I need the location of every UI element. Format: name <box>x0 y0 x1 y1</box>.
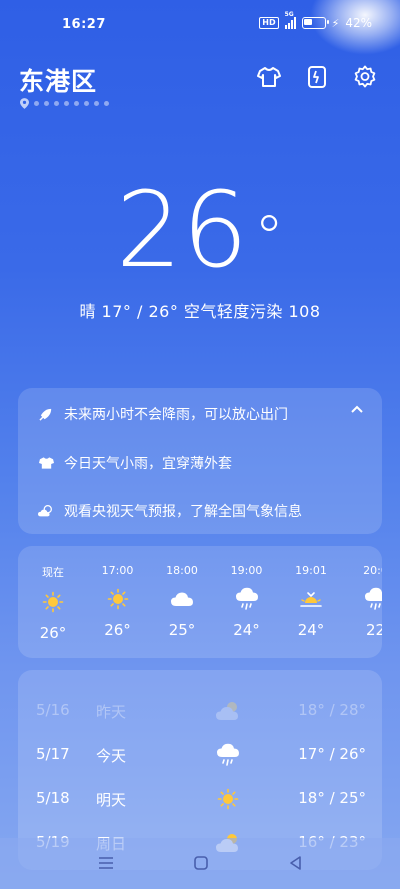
weather-summary[interactable]: 晴 17° / 26° 空气轻度污染 108 <box>0 298 400 322</box>
status-icons: HD 5G ⚡ 42% <box>259 11 372 30</box>
tip-text: 未来两小时不会降雨，可以放心出门 <box>64 407 288 423</box>
hourly-forecast[interactable]: 现在 26° 17:00 26° 18:00 25° 19:00 24° 19:01 2… <box>18 546 382 658</box>
location-pin-icon <box>20 98 29 109</box>
page-dot <box>74 101 79 106</box>
hourly-time: 20:0 <box>363 564 382 577</box>
day-temp-range: 18° / 28° <box>298 701 366 719</box>
tip-text: 今日天气小雨，宜穿薄外套 <box>64 456 232 472</box>
partly-cloudy-icon <box>38 503 54 519</box>
hourly-temp: 26° <box>104 621 131 639</box>
navigation-bar <box>0 838 400 889</box>
tips-card: 未来两小时不会降雨，可以放心出门 今日天气小雨，宜穿薄外套 观看央视天气预报，了… <box>18 388 382 534</box>
day-date: 5/16 <box>36 701 70 719</box>
degree-symbol: ° <box>254 203 285 273</box>
page-dot <box>34 101 39 106</box>
page-dot <box>64 101 69 106</box>
day-label: 今天 <box>96 747 127 765</box>
daily-row[interactable]: 5/18 明天 18° / 25° <box>36 785 366 813</box>
hourly-time: 18:00 <box>166 564 198 577</box>
rain-icon <box>351 587 382 611</box>
hourly-item: 19:00 24° <box>222 564 272 639</box>
battery-percent: 42% <box>345 16 372 30</box>
tshirt-icon[interactable] <box>256 64 282 90</box>
rain-icon <box>214 741 242 769</box>
city-name[interactable]: 东港区 <box>19 62 97 98</box>
back-icon[interactable] <box>285 852 307 874</box>
hourly-item: 18:00 25° <box>157 564 207 639</box>
hourly-time: 19:01 <box>295 564 327 577</box>
forecast-document-icon[interactable] <box>304 64 330 90</box>
hourly-temp: 25° <box>168 621 196 639</box>
day-temp-range: 18° / 25° <box>298 789 366 807</box>
day-date: 5/17 <box>36 745 70 763</box>
hourly-item: 17:00 26° <box>93 564 143 639</box>
page-dot <box>104 101 109 106</box>
temperature-value: 26 <box>115 169 249 291</box>
sun-icon <box>214 785 242 813</box>
sun-icon <box>93 587 143 611</box>
header-actions <box>256 64 378 90</box>
hourly-temp: 24° <box>233 621 260 639</box>
battery-icon <box>301 17 329 29</box>
daily-row[interactable]: 5/16 昨天 18° / 28° <box>36 697 366 725</box>
hourly-temp: 22 <box>365 621 382 639</box>
hourly-temp: 26° <box>39 624 67 642</box>
hourly-item: 19:01 24° <box>286 564 336 639</box>
daily-row[interactable]: 5/17 今天 17° / 26° <box>36 741 366 769</box>
current-temperature: 26 ° <box>0 170 400 290</box>
hourly-item: 现在 26° <box>28 564 78 642</box>
location-page-indicator <box>20 98 109 109</box>
status-time: 16:27 <box>62 17 106 32</box>
hourly-time: 现在 <box>42 566 64 579</box>
tip-clothing[interactable]: 今日天气小雨，宜穿薄外套 <box>38 453 232 473</box>
status-bar: 16:27 HD 5G ⚡ 42% <box>0 0 400 48</box>
chevron-up-icon[interactable] <box>350 404 364 414</box>
home-icon[interactable] <box>190 852 212 874</box>
page-dot <box>94 101 99 106</box>
gear-icon[interactable] <box>352 64 378 90</box>
menu-icon[interactable] <box>95 852 117 874</box>
hourly-time: 17:00 <box>101 564 134 577</box>
page-dot <box>54 101 59 106</box>
network-type: 5G <box>284 11 294 18</box>
tip-rain[interactable]: 未来两小时不会降雨，可以放心出门 <box>38 404 288 424</box>
day-temp-range: 17° / 26° <box>298 745 366 763</box>
rain-icon <box>222 587 272 611</box>
page-dot <box>84 101 89 106</box>
page-dot <box>44 101 49 106</box>
tip-text: 观看央视天气预报，了解全国气象信息 <box>64 504 302 520</box>
hourly-time: 19:00 <box>230 564 263 577</box>
charging-icon: ⚡ <box>331 16 340 30</box>
day-label: 明天 <box>96 791 127 809</box>
sunset-icon <box>286 587 336 611</box>
day-label: 昨天 <box>96 703 127 721</box>
sun-icon <box>28 590 78 614</box>
tip-cctv-forecast[interactable]: 观看央视天气预报，了解全国气象信息 <box>38 501 302 521</box>
cloud-icon <box>157 587 207 611</box>
day-date: 5/18 <box>36 789 70 807</box>
hd-badge: HD <box>259 17 279 29</box>
hourly-temp: 24° <box>297 621 325 639</box>
hourly-item: 20:0 22 <box>351 564 382 639</box>
signal-icon: 5G <box>284 11 296 29</box>
umbrella-icon <box>38 406 54 422</box>
tshirt-icon <box>38 455 54 471</box>
cloudy-night-icon <box>214 697 242 725</box>
